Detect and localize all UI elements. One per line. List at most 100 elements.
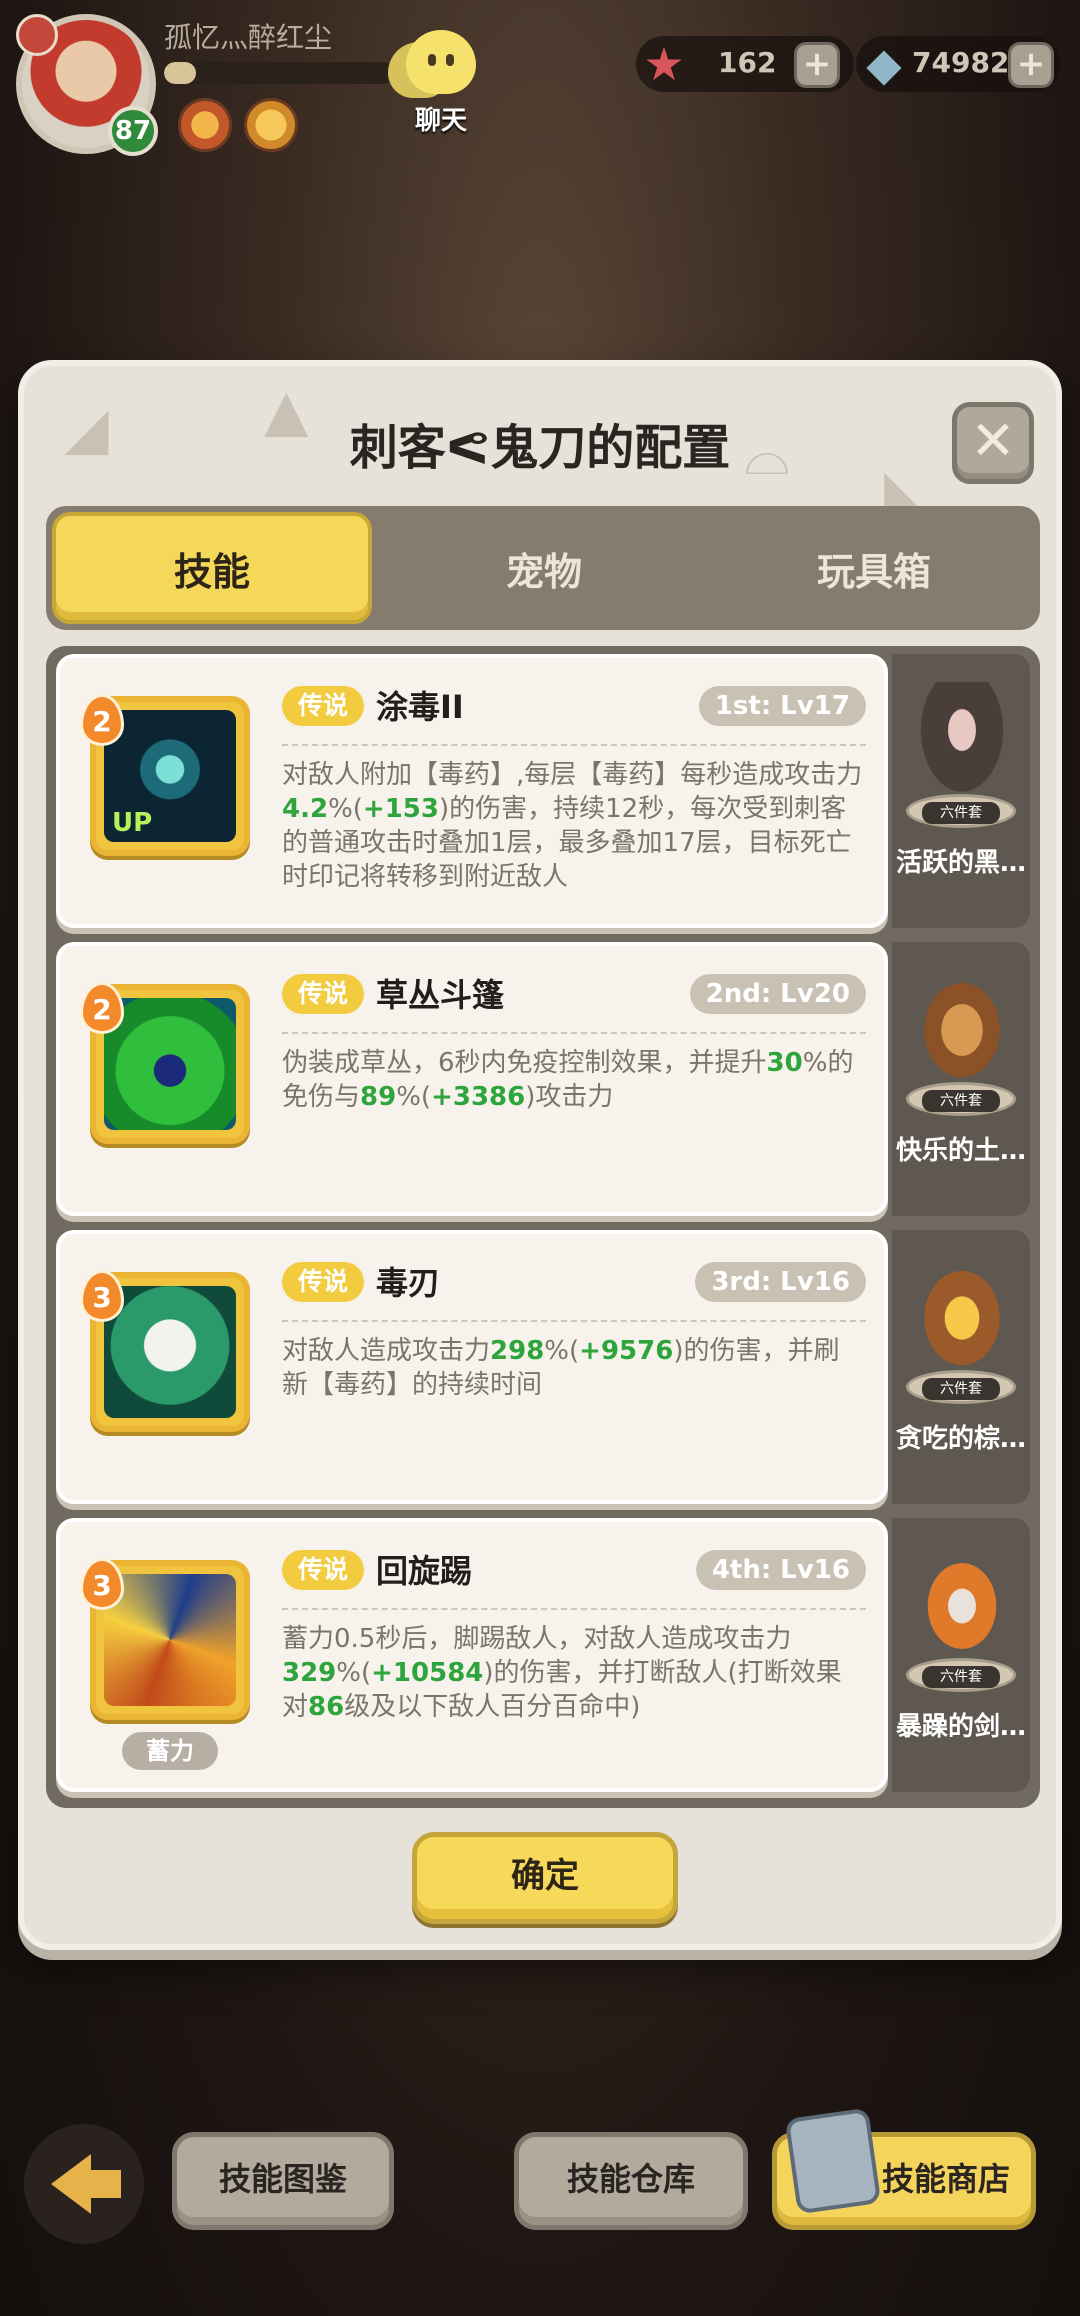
back-button[interactable] [24,2124,144,2244]
skill-name: 涂毒II [376,688,464,726]
skill-slot-level: 1st: Lv17 [698,686,866,726]
charge-tag: 蓄力 [122,1732,218,1770]
skill-name: 回旋踢 [376,1552,473,1590]
description-text: 对敌人造成攻击力 [282,1336,491,1366]
highlight-value: +3386 [431,1082,526,1112]
poison-drop-icon: UP [104,710,236,842]
tab-pets[interactable]: 宠物 [384,512,704,624]
config-dialog: ◢ ▲ ⌓ ◣ 刺客ᕙ鬼刀的配置 ✕ 技能 宠物 玩具箱 2 UP 传说 涂毒I… [18,360,1062,1950]
buff-icon[interactable] [244,98,298,152]
skill-card[interactable]: 3 蓄力 传说 回旋踢 4th: Lv16 蓄力0.5秒后，脚踢敌人，对敌人造成… [56,1518,888,1792]
pet-figure-icon [914,682,1010,802]
skill-description: 对敌人附加【毒药】,每层【毒药】每秒造成攻击力4.2%(+153)的伤害，持续1… [282,758,864,894]
add-shell-button[interactable]: + [1008,42,1054,88]
player-name: 孤忆灬醉红尘 [164,21,333,54]
highlight-value: 86 [308,1692,345,1722]
skill-name: 毒刃 [376,1264,441,1302]
highlight-value: 89 [360,1082,397,1112]
currency-starfish: ★ 162 + [636,36,854,92]
description-text: 伪装成草丛，6秒内免疫控制效果，并提升 [282,1048,767,1078]
pet-card[interactable]: 六件套 快乐的土… [892,942,1030,1216]
chat-ghost-icon [406,30,476,94]
starfish-icon: ★ [643,37,685,91]
starfish-value: 162 [718,46,777,79]
description-text: 对敌人附加【毒药】,每层【毒药】每秒造成攻击力 [282,760,863,790]
highlight-value: 329 [282,1658,337,1688]
player-level-badge: 87 [108,106,158,156]
pet-set-tag: 六件套 [922,1378,1000,1400]
exp-bar-fill [164,62,197,84]
skill-slot-level: 4th: Lv16 [695,1550,866,1590]
divider [282,1320,866,1322]
description-text: %( [544,1336,580,1366]
skill-description: 对敌人造成攻击力298%(+9576)的伤害，并刷新【毒药】的持续时间 [282,1334,864,1402]
skill-card[interactable]: 2 UP 传说 涂毒II 1st: Lv17 对敌人附加【毒药】,每层【毒药】每… [56,654,888,928]
dialog-title: 刺客ᕙ鬼刀的配置 [349,420,731,476]
skill-card[interactable]: 2 传说 草丛斗篷 2nd: Lv20 伪装成草丛，6秒内免疫控制效果，并提升3… [56,942,888,1216]
pet-set-tag: 六件套 [922,1090,1000,1112]
skill-storage-button[interactable]: 技能仓库 [514,2132,748,2230]
avatar-frame-icon [16,14,58,56]
top-hud: 87 孤忆灬醉红尘 聊天 ★ 162 + ◆ 749823 + [0,0,1080,170]
player-avatar[interactable]: 87 [16,14,158,156]
chat-label: 聊天 [414,106,467,136]
skill-slot-level: 3rd: Lv16 [695,1262,866,1302]
divider [282,1032,866,1034]
pet-figure-icon [914,970,1010,1090]
highlight-value: +9576 [579,1336,674,1366]
rarity-tag: 传说 [282,686,364,726]
description-text: %( [328,794,363,824]
poison-skull-icon [104,1286,236,1418]
close-button[interactable]: ✕ [952,402,1034,484]
description-text: %( [396,1082,432,1112]
chat-button[interactable]: 聊天 [386,30,496,136]
buff-icon[interactable] [178,98,232,152]
pet-name: 暴躁的剑… [896,1712,1027,1742]
spin-kick-icon [104,1574,236,1706]
pet-name: 快乐的土… [896,1136,1027,1166]
description-text: 蓄力0.5秒后，脚踢敌人，对敌人造成攻击力 [282,1624,792,1654]
rarity-tag: 传说 [282,1262,364,1302]
currency-shell: ◆ 749823 + [856,36,1060,92]
add-starfish-button[interactable]: + [794,42,840,88]
grass-cloak-icon [104,998,236,1130]
tab-skills[interactable]: 技能 [52,512,372,624]
pet-name: 活跃的黑… [896,848,1027,878]
skill-shop-button[interactable]: 技能商店 [772,2107,1036,2230]
tab-bar: 技能 宠物 玩具箱 [46,506,1040,630]
pet-name: 贪吃的棕… [896,1424,1027,1454]
description-text: %( [336,1658,372,1688]
pet-card[interactable]: 六件套 暴躁的剑… [892,1518,1030,1792]
skill-list: 2 UP 传说 涂毒II 1st: Lv17 对敌人附加【毒药】,每层【毒药】每… [46,646,1040,1808]
description-text: )攻击力 [525,1082,614,1112]
rarity-tag: 传说 [282,1550,364,1590]
divider [282,1608,866,1610]
confirm-button[interactable]: 确定 [412,1832,678,1924]
skill-codex-button[interactable]: 技能图鉴 [172,2132,394,2230]
pet-set-tag: 六件套 [922,802,1000,824]
highlight-value: 30 [766,1048,803,1078]
shell-icon: ◆ [866,37,902,91]
shop-card-icon [784,2107,882,2215]
highlight-value: +153 [362,794,439,824]
pet-card[interactable]: 六件套 贪吃的棕… [892,1230,1030,1504]
skill-card[interactable]: 3 传说 毒刃 3rd: Lv16 对敌人造成攻击力298%(+9576)的伤害… [56,1230,888,1504]
highlight-value: 298 [490,1336,545,1366]
pet-figure-icon [914,1546,1010,1666]
divider [282,744,866,746]
back-arrow-icon [51,2154,121,2214]
skill-name: 草丛斗篷 [376,976,505,1014]
description-text: 级及以下敌人百分百命中) [344,1692,641,1722]
tab-toybox[interactable]: 玩具箱 [714,512,1034,624]
pet-card[interactable]: 六件套 活跃的黑… [892,654,1030,928]
skill-slot-level: 2nd: Lv20 [689,974,866,1014]
highlight-value: 4.2 [282,794,329,824]
pet-figure-icon [914,1258,1010,1378]
skill-description: 蓄力0.5秒后，脚踢敌人，对敌人造成攻击力329%(+10584)的伤害，并打断… [282,1622,864,1724]
rarity-tag: 传说 [282,974,364,1014]
skill-description: 伪装成草丛，6秒内免疫控制效果，并提升30%的免伤与89%(+3386)攻击力 [282,1046,864,1114]
skill-shop-label: 技能商店 [881,2160,1010,2198]
highlight-value: +10584 [371,1658,484,1688]
pet-set-tag: 六件套 [922,1666,1000,1688]
exp-bar [164,62,394,84]
